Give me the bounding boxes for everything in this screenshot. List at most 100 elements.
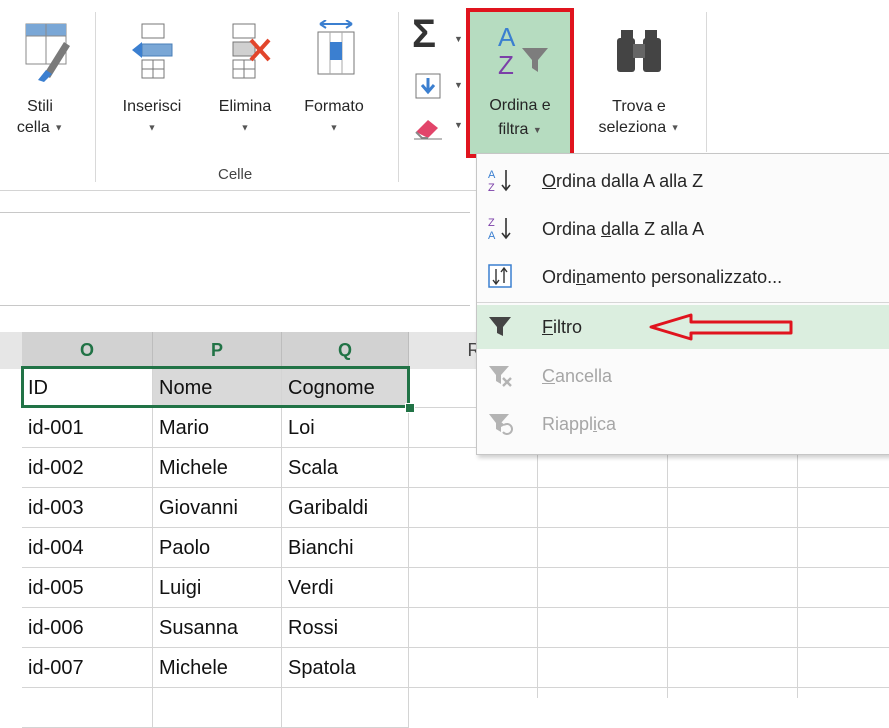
fill-handle[interactable]	[405, 403, 415, 413]
menu-label-pre: Ordina	[542, 219, 602, 239]
format-cells-button[interactable]: Formato ▼	[290, 19, 378, 138]
reapply-filter-icon	[489, 414, 513, 435]
chevron-down-icon: ▼	[454, 80, 463, 90]
insert-cells-icon	[132, 23, 173, 79]
sort-filter-icon: A Z	[498, 22, 548, 80]
sigma-icon: Σ	[412, 12, 437, 56]
menu-label-post: rdina dalla A alla Z	[556, 171, 704, 191]
menu-item-sort-z-a[interactable]: Z A Ordina dalla Z alla A	[477, 207, 889, 251]
clear-filter-icon	[489, 366, 512, 387]
svg-text:A: A	[488, 169, 496, 181]
cell-o-empty[interactable]	[22, 688, 153, 728]
delete-cells-label: Elimina	[218, 98, 272, 115]
cell-q-row-3[interactable]: Garibaldi	[282, 488, 409, 528]
menu-separator	[477, 302, 889, 303]
chevron-down-icon: ▼	[454, 120, 463, 130]
delete-cells-icon	[232, 23, 271, 79]
red-arrow-annotation	[649, 313, 793, 341]
autosum-button[interactable]: Σ ▼	[410, 12, 463, 56]
divider	[398, 12, 399, 182]
cell-q-row-7[interactable]: Spatola	[282, 648, 409, 688]
custom-sort-icon	[488, 264, 512, 288]
delete-cells-button[interactable]: Elimina ▼	[200, 20, 290, 138]
menu-label-mnemonic: d	[601, 219, 612, 239]
cell-styles-label-1: Stili	[27, 98, 53, 115]
cell-p-row-5[interactable]: Luigi	[153, 568, 282, 608]
svg-text:A: A	[488, 230, 496, 241]
chevron-down-icon: ▼	[532, 125, 542, 135]
chevron-down-icon: ▼	[329, 122, 339, 133]
chevron-down-icon: ▼	[670, 122, 680, 133]
find-select-label-2: seleziona	[598, 119, 667, 136]
cell-q-row-1[interactable]: Loi	[282, 408, 409, 448]
cell-o-row-1[interactable]: id-001	[22, 408, 153, 448]
formula-bar-separator	[0, 305, 470, 306]
menu-item-sort-a-z[interactable]: A Z Ordina dalla A alla Z	[477, 159, 889, 203]
menu-label-pre: Ordi	[542, 267, 577, 287]
group-label-celle: Celle	[218, 166, 253, 183]
cell-o-row-7[interactable]: id-007	[22, 648, 153, 688]
sort-filter-label-1: Ordina e	[489, 97, 551, 114]
sort-filter-menu: A Z Ordina dalla A alla Z Z A Ordina dal…	[476, 153, 889, 455]
cell-o-row-5[interactable]: id-005	[22, 568, 153, 608]
filter-icon	[489, 317, 511, 336]
menu-label-post: iltro	[553, 317, 583, 337]
sort-z-to-a-icon: Z A	[488, 217, 511, 241]
chevron-down-icon: ▼	[54, 122, 64, 133]
cell-o-row-2[interactable]: id-002	[22, 448, 153, 488]
cell-p-empty[interactable]	[153, 688, 282, 728]
menu-label-pre: Riappl	[542, 414, 594, 434]
cell-q-row-5[interactable]: Verdi	[282, 568, 409, 608]
find-select-button[interactable]: Trova e seleziona ▼	[580, 20, 698, 138]
cell-styles-label-2: cella	[16, 119, 50, 136]
menu-label-post: ca	[597, 414, 617, 434]
menu-label-mnemonic: O	[542, 171, 557, 191]
menu-label-post: ancella	[555, 366, 613, 386]
chevron-down-icon: ▼	[454, 34, 463, 44]
menu-item-reapply[interactable]: Riapplica	[477, 402, 889, 446]
insert-cells-label: Inserisci	[122, 98, 182, 115]
fill-button[interactable]: ▼	[410, 70, 463, 104]
cell-o-row-6[interactable]: id-006	[22, 608, 153, 648]
selection-outline	[21, 366, 410, 408]
cell-styles-button[interactable]: Stili cella ▼	[0, 20, 80, 138]
column-header-q[interactable]: Q	[282, 332, 409, 369]
cell-styles-icon	[25, 23, 70, 82]
menu-item-clear-filter[interactable]: Cancella	[477, 354, 889, 398]
chevron-down-icon: ▼	[240, 122, 250, 133]
svg-text:Z: Z	[488, 217, 495, 229]
cell-o-row-3[interactable]: id-003	[22, 488, 153, 528]
cell-q-row-6[interactable]: Rossi	[282, 608, 409, 648]
cell-q-row-2[interactable]: Scala	[282, 448, 409, 488]
menu-label-mnemonic: n	[576, 267, 587, 287]
svg-text:Z: Z	[498, 50, 514, 80]
cell-o-row-4[interactable]: id-004	[22, 528, 153, 568]
menu-item-custom-sort[interactable]: Ordinamento personalizzato...	[477, 255, 889, 299]
clear-button[interactable]: ▼	[410, 110, 463, 144]
svg-text:A: A	[498, 22, 516, 52]
chevron-down-icon: ▼	[147, 122, 157, 133]
format-cells-icon	[317, 19, 355, 75]
sort-filter-button[interactable]: A Z Ordina e filtra ▼	[466, 8, 574, 158]
cell-p-row-1[interactable]: Mario	[153, 408, 282, 448]
cell-p-row-2[interactable]: Michele	[153, 448, 282, 488]
sort-filter-label-2: filtra	[498, 121, 529, 139]
sort-a-to-z-icon: A Z	[488, 169, 511, 193]
cell-q-row-4[interactable]: Bianchi	[282, 528, 409, 568]
column-header-o[interactable]: O	[22, 332, 153, 369]
eraser-icon	[414, 120, 442, 140]
menu-label-mnemonic: F	[542, 317, 553, 337]
insert-cells-button[interactable]: Inserisci ▼	[104, 20, 200, 138]
find-select-label-1: Trova e	[612, 98, 666, 115]
column-header-p[interactable]: P	[153, 332, 282, 369]
cell-p-row-7[interactable]: Michele	[153, 648, 282, 688]
menu-label-post: amento personalizzato...	[586, 267, 783, 287]
svg-text:Z: Z	[488, 182, 495, 193]
menu-item-filter[interactable]: Filtro	[477, 305, 889, 349]
cell-p-row-4[interactable]: Paolo	[153, 528, 282, 568]
formula-bar-separator	[0, 212, 470, 213]
cell-p-row-6[interactable]: Susanna	[153, 608, 282, 648]
divider	[706, 12, 707, 152]
cell-p-row-3[interactable]: Giovanni	[153, 488, 282, 528]
cell-q-empty[interactable]	[282, 688, 409, 728]
